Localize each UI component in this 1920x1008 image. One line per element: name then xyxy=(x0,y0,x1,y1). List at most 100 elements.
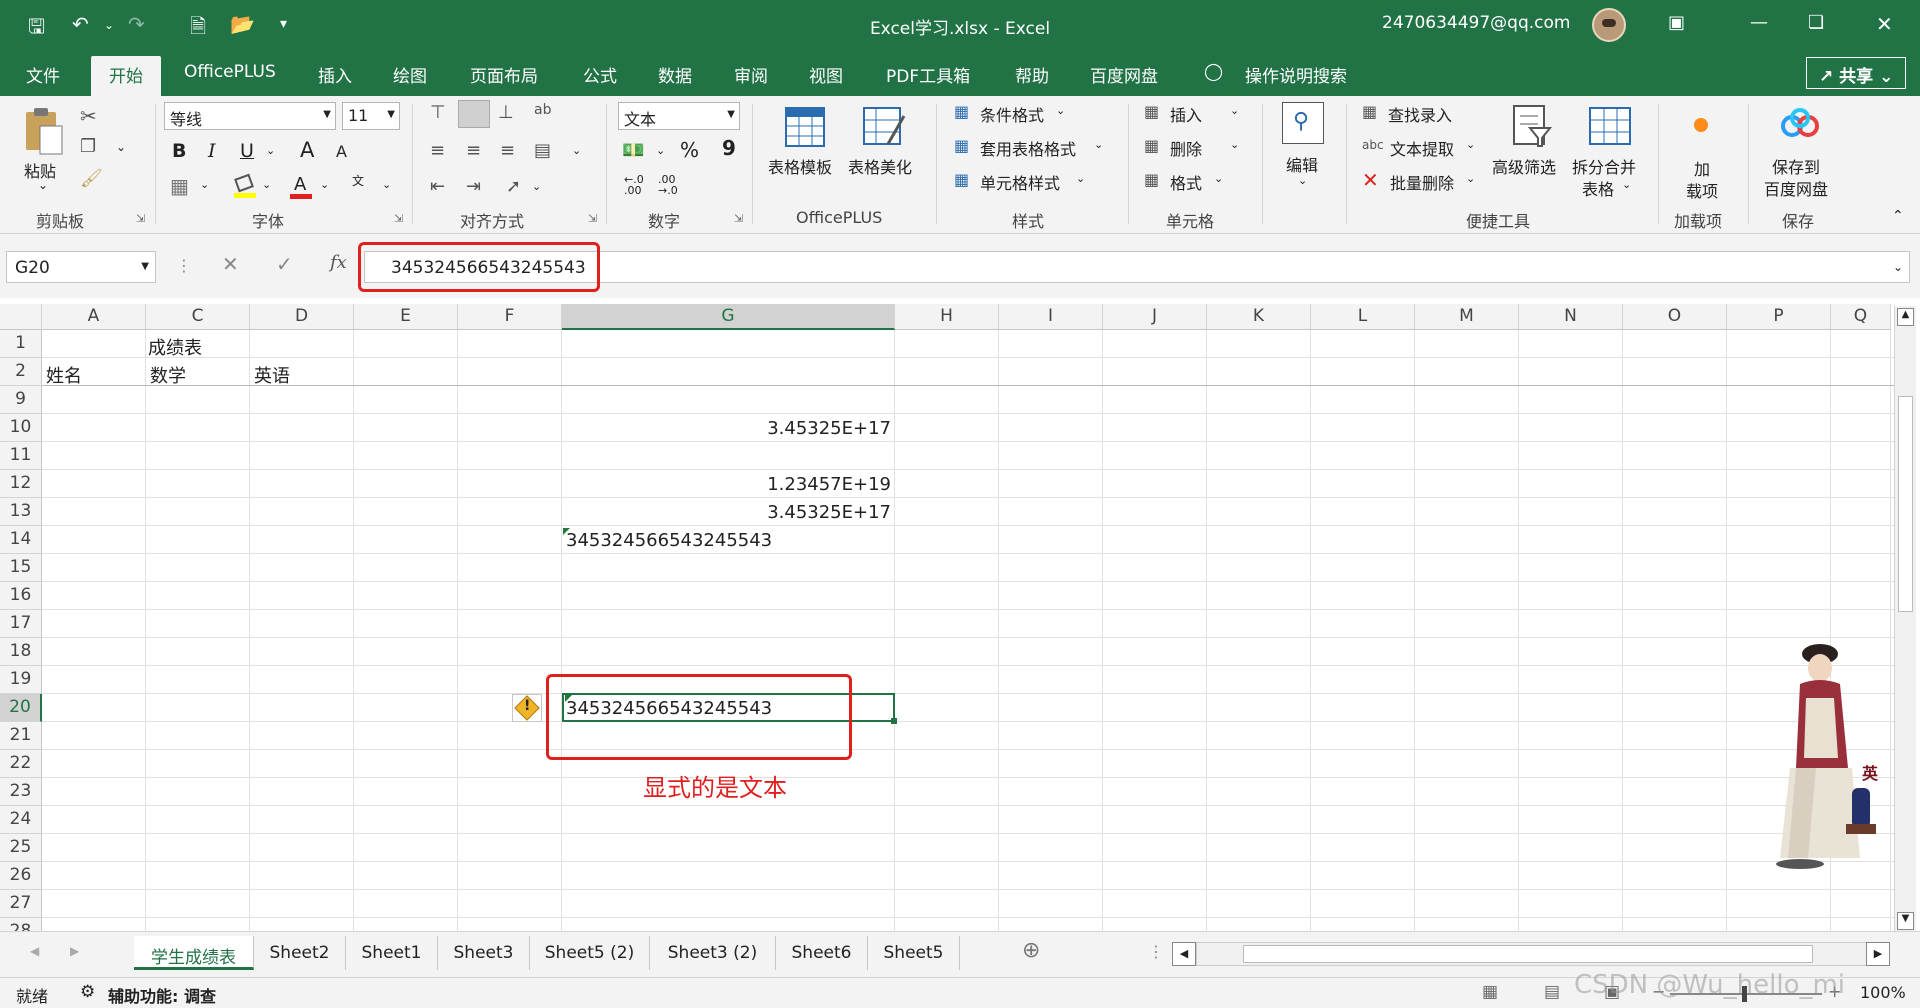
cell-g12[interactable]: 1.23457E+19 xyxy=(563,474,891,495)
column-header-d[interactable]: D xyxy=(250,304,354,330)
tab-formulas[interactable]: 公式 xyxy=(583,62,617,87)
tab-baidu-netdisk[interactable]: 百度网盘 xyxy=(1090,62,1158,87)
text-extract-button[interactable]: 文本提取 xyxy=(1390,136,1454,160)
more-options-icon[interactable]: ⋮ xyxy=(176,256,192,275)
font-color-dropdown-icon[interactable]: ⌄ xyxy=(320,178,329,191)
hscroll-left-icon[interactable]: ◀ xyxy=(1172,942,1196,966)
advanced-filter-label[interactable]: 高级筛选 xyxy=(1492,154,1556,178)
tab-help[interactable]: 帮助 xyxy=(1015,62,1049,87)
sheet-tab[interactable]: Sheet6 xyxy=(776,936,868,970)
copy-icon[interactable]: ❐ xyxy=(80,136,96,157)
expand-formula-icon[interactable]: ⌄ xyxy=(1893,260,1903,274)
row-header-18[interactable]: 18 xyxy=(0,638,42,666)
font-launcher-icon[interactable]: ⇲ xyxy=(394,212,403,225)
addins-label-top[interactable]: 加 xyxy=(1694,156,1710,180)
avatar[interactable] xyxy=(1592,8,1626,42)
table-template-icon[interactable] xyxy=(784,106,826,148)
borders-dropdown-icon[interactable]: ⌄ xyxy=(200,178,209,191)
addins-icon[interactable] xyxy=(1694,118,1708,132)
sheet-tab[interactable]: Sheet3 xyxy=(438,936,530,970)
column-header-g[interactable]: G xyxy=(562,304,895,330)
row-header-24[interactable]: 24 xyxy=(0,806,42,834)
column-header-f[interactable]: F xyxy=(458,304,562,330)
align-right-icon[interactable]: ≡ xyxy=(500,140,515,161)
format-painter-icon[interactable]: 🖌 xyxy=(80,168,103,189)
split-merge-icon[interactable] xyxy=(1588,106,1632,146)
zoom-level[interactable]: 100% xyxy=(1860,983,1906,1002)
cell-g14[interactable]: 345324566543245543 xyxy=(566,530,772,551)
collapse-ribbon-icon[interactable]: ⌃ xyxy=(1892,208,1904,224)
wrap-text-icon[interactable]: ab xyxy=(534,102,551,118)
editing-button[interactable]: 编辑 xyxy=(1286,152,1318,176)
column-header-i[interactable]: I xyxy=(999,304,1103,330)
copy-dropdown-icon[interactable]: ⌄ xyxy=(116,140,126,154)
underline-button[interactable]: U xyxy=(240,140,254,162)
tell-me-search[interactable]: 操作说明搜索 xyxy=(1245,62,1347,87)
close-icon[interactable]: ✕ xyxy=(1876,12,1893,36)
paste-dropdown-icon[interactable]: ⌄ xyxy=(38,178,48,192)
normal-view-icon[interactable]: ▦ xyxy=(1482,982,1498,1002)
row-header-26[interactable]: 26 xyxy=(0,862,42,890)
accounting-format-icon[interactable]: 💵 xyxy=(622,140,644,161)
next-sheet-icon[interactable]: ▶ xyxy=(70,944,79,958)
number-format-select[interactable]: 文本 ▼ xyxy=(618,102,740,130)
merge-center-icon[interactable]: ▤ xyxy=(534,140,551,161)
align-middle-icon[interactable] xyxy=(458,100,490,128)
sheet-tab[interactable]: Sheet5 xyxy=(868,936,960,970)
row-header-10[interactable]: 10 xyxy=(0,414,42,442)
addins-label-bottom[interactable]: 载项 xyxy=(1686,178,1718,202)
insert-cells-button[interactable]: 插入 xyxy=(1170,102,1202,126)
percent-button[interactable]: % xyxy=(680,138,699,162)
horizontal-scrollbar[interactable] xyxy=(1196,942,1868,966)
align-center-icon[interactable]: ≡ xyxy=(466,140,481,161)
table-beautify-label[interactable]: 表格美化 xyxy=(848,154,912,178)
tab-page-layout[interactable]: 页面布局 xyxy=(470,62,538,87)
column-header-k[interactable]: K xyxy=(1207,304,1311,330)
format-as-table-button[interactable]: 套用表格格式 xyxy=(980,136,1076,160)
save-to-label-bottom[interactable]: 百度网盘 xyxy=(1764,176,1828,200)
decrease-font-button[interactable]: A xyxy=(336,142,347,161)
number-launcher-icon[interactable]: ⇲ xyxy=(734,212,743,225)
tab-home[interactable]: 开始 xyxy=(91,56,161,96)
enter-icon[interactable]: ✓ xyxy=(276,252,293,276)
scroll-thumb[interactable] xyxy=(1898,396,1913,612)
column-header-n[interactable]: N xyxy=(1519,304,1623,330)
sheet-tab[interactable]: Sheet3 (2) xyxy=(650,936,776,970)
format-cells-button[interactable]: 格式 xyxy=(1170,170,1202,194)
column-header-h[interactable]: H xyxy=(895,304,999,330)
split-merge-label-2[interactable]: 表格 xyxy=(1582,176,1614,200)
sheet-tab[interactable]: Sheet1 xyxy=(346,936,438,970)
baidu-netdisk-icon[interactable] xyxy=(1780,108,1820,140)
hscroll-right-icon[interactable]: ▶ xyxy=(1866,942,1890,966)
underline-dropdown-icon[interactable]: ⌄ xyxy=(266,144,275,157)
row-header-28[interactable]: 28 xyxy=(0,918,42,931)
tab-officeplus[interactable]: OfficePLUS xyxy=(184,62,276,82)
align-left-icon[interactable]: ≡ xyxy=(430,140,445,161)
decrease-decimal-icon[interactable]: .00 →.0 xyxy=(658,174,678,196)
column-header-e[interactable]: E xyxy=(354,304,458,330)
table-template-label[interactable]: 表格模板 xyxy=(768,154,832,178)
account-name[interactable]: 2470634497@qq.com xyxy=(1382,13,1570,33)
cancel-icon[interactable]: ✕ xyxy=(222,252,239,276)
bold-button[interactable]: B xyxy=(172,140,186,162)
worksheet-grid[interactable]: A C D E F G H I J K L M N O P Q 1 2 9 10 11 12 13 14 15 16 17 18 19 2… xyxy=(0,298,1920,931)
share-button[interactable]: ↗ 共享 ⌄ xyxy=(1806,57,1906,89)
merge-dropdown-icon[interactable]: ⌄ xyxy=(572,144,581,157)
tab-file[interactable]: 文件 xyxy=(26,62,60,87)
row-header-21[interactable]: 21 xyxy=(0,722,42,750)
row-header-9[interactable]: 9 xyxy=(0,386,42,414)
column-header-l[interactable]: L xyxy=(1311,304,1415,330)
orientation-icon[interactable]: ➚ xyxy=(506,176,521,197)
italic-button[interactable]: I xyxy=(208,140,216,162)
sheet-tab[interactable]: Sheet2 xyxy=(254,936,346,970)
more-options-icon[interactable]: ⋮ xyxy=(1148,942,1164,961)
row-header-19[interactable]: 19 xyxy=(0,666,42,694)
tab-review[interactable]: 审阅 xyxy=(734,62,768,87)
phonetic-dropdown-icon[interactable]: ⌄ xyxy=(382,178,391,191)
column-header-m[interactable]: M xyxy=(1415,304,1519,330)
column-header-j[interactable]: J xyxy=(1103,304,1207,330)
font-color-icon[interactable]: A xyxy=(290,174,312,200)
cell-c1[interactable]: 成绩表 xyxy=(148,334,202,360)
row-header-12[interactable]: 12 xyxy=(0,470,42,498)
error-check-button[interactable]: ! xyxy=(512,694,542,722)
